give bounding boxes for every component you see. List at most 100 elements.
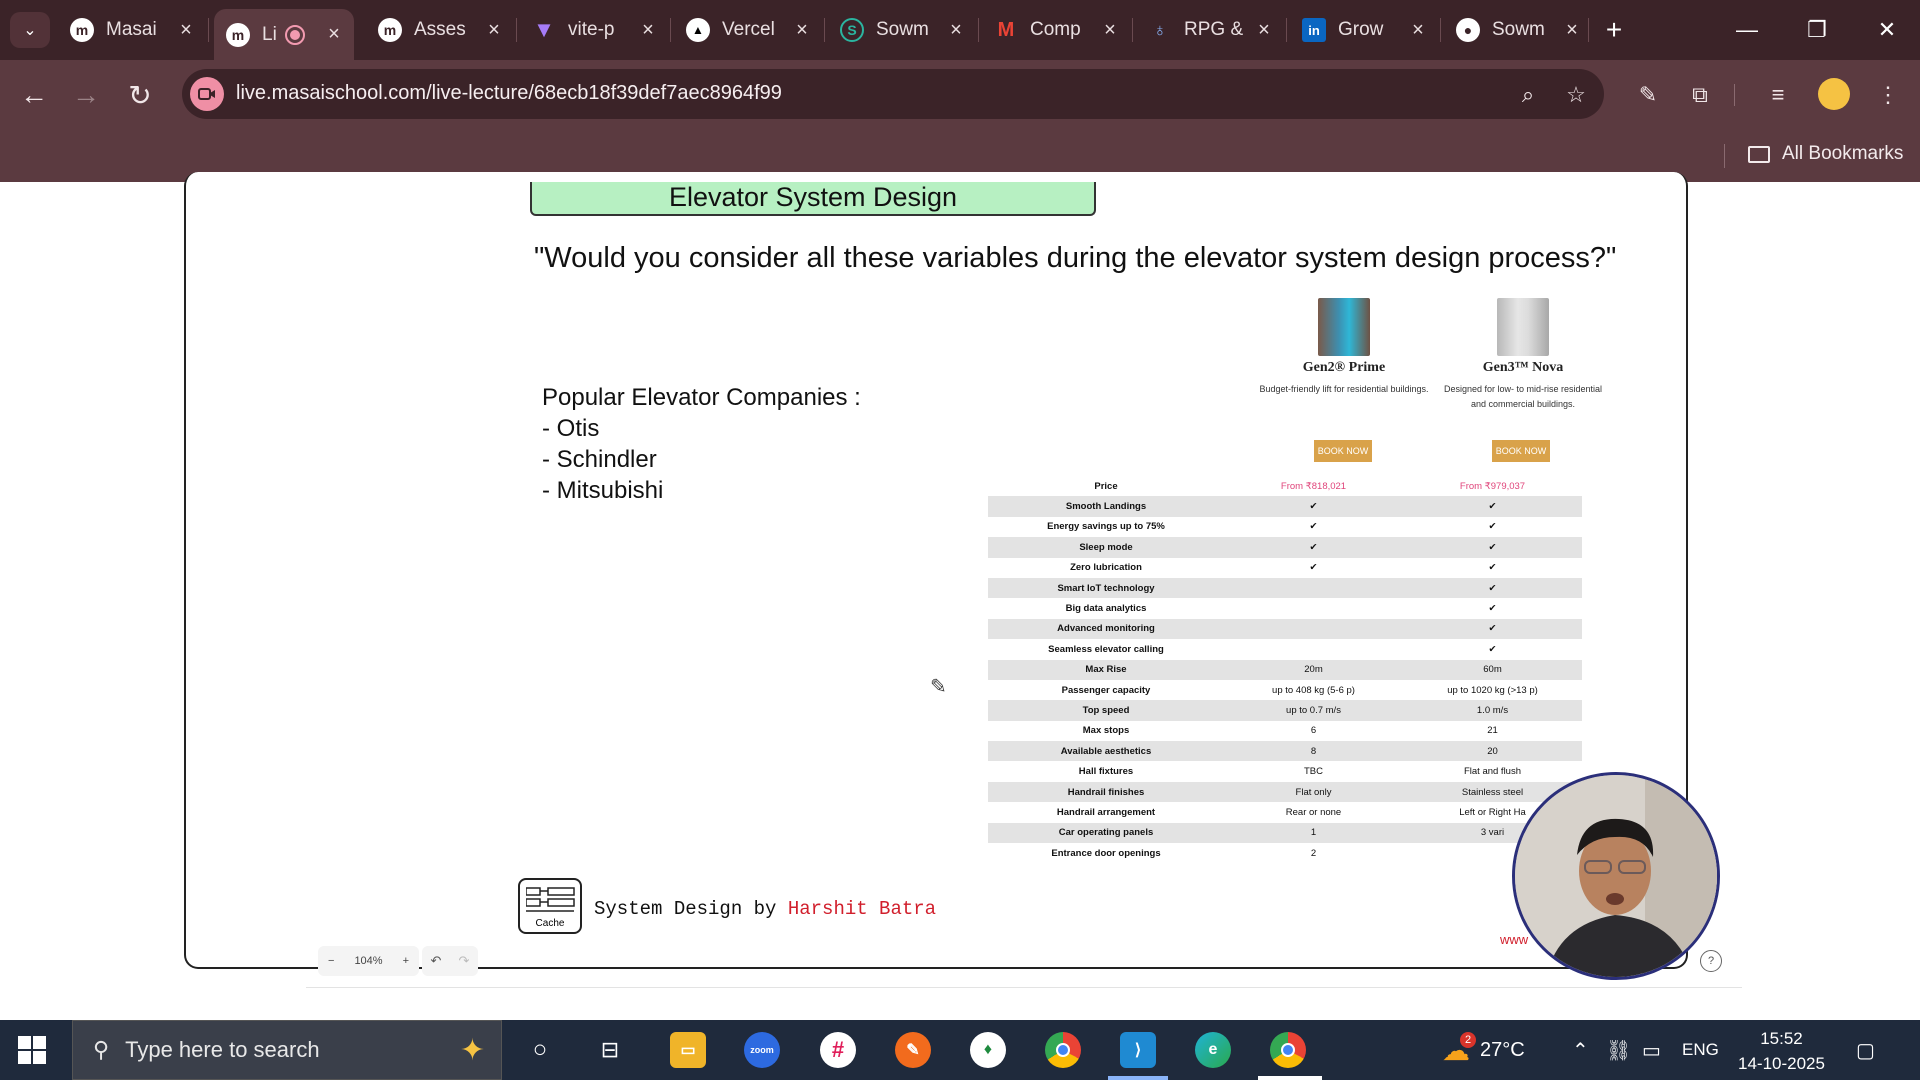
close-tab-icon[interactable]: × xyxy=(792,19,812,42)
spec-value: up to 408 kg (5-6 p) xyxy=(1272,684,1355,696)
close-tab-icon[interactable]: × xyxy=(946,19,966,42)
menu-icon[interactable]: ⋮ xyxy=(1872,79,1904,111)
spec-row: Sleep mode ✔ ✔ xyxy=(988,537,1582,558)
tab-masai[interactable]: m Masai × xyxy=(58,9,206,51)
extensions-icon[interactable]: ⧉ xyxy=(1684,79,1716,111)
battery-icon[interactable]: ▭ xyxy=(1642,1020,1661,1080)
show-hidden-icons[interactable]: ⌃ xyxy=(1572,1020,1589,1080)
zoom-app-icon[interactable]: zoom xyxy=(744,1032,780,1068)
clock-time: 15:52 xyxy=(1760,1029,1803,1048)
back-button[interactable]: ← xyxy=(16,77,52,113)
close-tab-icon[interactable]: × xyxy=(1100,19,1120,42)
tab-title: Masai xyxy=(106,19,157,40)
spec-value: ✔ xyxy=(1224,496,1403,517)
tab-vite[interactable]: ▼ vite-p × xyxy=(520,9,668,51)
forward-button[interactable]: → xyxy=(68,77,104,113)
tab-search-button[interactable]: ⌄ xyxy=(10,12,50,48)
tab-assessment[interactable]: m Asses × xyxy=(366,9,514,51)
tab-title: Comp xyxy=(1030,19,1081,40)
pen-icon[interactable]: ✎ xyxy=(1632,79,1664,111)
slide-question: "Would you consider all these variables … xyxy=(534,242,1617,274)
search-placeholder: Type here to search xyxy=(125,1037,320,1062)
cortana-icon[interactable]: ○ xyxy=(522,1032,558,1068)
masai-icon: m xyxy=(226,22,250,47)
close-tab-icon[interactable]: × xyxy=(1408,19,1428,42)
bookmark-star-icon[interactable]: ☆ xyxy=(1562,81,1590,109)
undo-button[interactable]: ↶ xyxy=(431,953,442,969)
close-tab-icon[interactable]: × xyxy=(176,19,196,42)
tab-linkedin[interactable]: in Grow × xyxy=(1290,9,1438,51)
windows-taskbar: ⚲ Type here to search ✦ ○ ⊟ ▭ zoom # ✎ ♦… xyxy=(0,1020,1920,1080)
edge-icon[interactable]: e xyxy=(1195,1032,1231,1068)
task-view-icon[interactable]: ⊟ xyxy=(592,1032,628,1068)
file-explorer-icon[interactable]: ▭ xyxy=(670,1032,706,1068)
spec-row: Big data analytics ✔ xyxy=(988,598,1582,618)
history-controls: ↶ ↷ xyxy=(422,946,478,976)
notification-icon[interactable]: ▢ xyxy=(1856,1020,1875,1080)
tab-title: Asses xyxy=(414,19,466,40)
mongodb-icon[interactable]: ♦ xyxy=(970,1032,1006,1068)
spec-label: Hall fixtures xyxy=(1078,766,1134,778)
network-icon[interactable]: ⛓ xyxy=(1606,1020,1631,1080)
chrome-profile-icon[interactable] xyxy=(1270,1032,1306,1068)
all-bookmarks-button[interactable]: All Bookmarks xyxy=(1748,143,1903,165)
book-now-button[interactable]: BOOK NOW xyxy=(1314,440,1372,462)
github-icon: ● xyxy=(1456,18,1480,42)
chevron-up-icon: ⌃ xyxy=(1572,1039,1589,1062)
windows-start-icon[interactable] xyxy=(18,1036,46,1064)
taskbar-search[interactable]: ⚲ Type here to search ✦ xyxy=(72,1020,502,1080)
restore-button[interactable]: ❐ xyxy=(1792,10,1842,50)
vite-icon: ▼ xyxy=(533,17,555,42)
clock[interactable]: 15:52 14-10-2025 xyxy=(1738,1026,1825,1076)
camera-icon[interactable] xyxy=(190,77,224,111)
spec-value: TBC xyxy=(1304,766,1323,778)
spec-value: ✔ xyxy=(1309,521,1318,533)
close-tab-icon[interactable]: × xyxy=(324,23,344,46)
tab-vercel[interactable]: ▲ Vercel × xyxy=(674,9,822,51)
close-tab-icon[interactable]: × xyxy=(1562,19,1582,42)
spec-value: From ₹818,021 xyxy=(1224,476,1403,497)
close-window-button[interactable]: ✕ xyxy=(1862,10,1912,50)
close-tab-icon[interactable]: × xyxy=(638,19,658,42)
spec-row: Smooth Landings ✔ ✔ xyxy=(988,496,1582,517)
tab-gmail[interactable]: M Comp × xyxy=(982,9,1130,51)
page-content: Elevator System Design "Would you consid… xyxy=(0,172,1920,1020)
weather-widget[interactable]: ☁ 2 27°C xyxy=(1442,1020,1525,1080)
new-tab-button[interactable]: + xyxy=(1598,14,1630,46)
product-desc: Designed for low- to mid-rise residentia… xyxy=(1443,384,1603,409)
pen-app-icon[interactable]: ✎ xyxy=(895,1032,931,1068)
avatar[interactable] xyxy=(1818,78,1850,110)
spec-label: Seamless elevator calling xyxy=(1048,643,1164,655)
language-indicator[interactable]: ENG xyxy=(1682,1020,1719,1080)
arrow-left-icon: ← xyxy=(20,79,48,110)
tab-live-lecture[interactable]: m Li × xyxy=(214,9,354,60)
slide-title: Elevator System Design xyxy=(530,182,1096,216)
spec-value: 20m xyxy=(1224,659,1403,680)
vscode-icon[interactable]: ⟩ xyxy=(1120,1032,1156,1068)
zoom-out-button[interactable]: − xyxy=(318,955,344,967)
zoom-in-button[interactable]: + xyxy=(393,955,419,967)
redo-button[interactable]: ↷ xyxy=(459,953,470,969)
close-tab-icon[interactable]: × xyxy=(1254,19,1274,42)
tab-rpg[interactable]: ♁ RPG & × xyxy=(1136,9,1284,51)
chrome-icon[interactable] xyxy=(1045,1032,1081,1068)
spec-label: Available aesthetics xyxy=(988,741,1224,762)
tab-github[interactable]: ● Sowm × xyxy=(1444,9,1592,51)
zoom-icon[interactable]: ⌕ xyxy=(1514,81,1542,109)
spec-label: Handrail finishes xyxy=(988,781,1224,803)
company-item: - Schindler xyxy=(542,446,657,473)
media-controls-icon[interactable]: ≡ xyxy=(1762,79,1794,111)
minimize-button[interactable]: — xyxy=(1722,10,1772,50)
folder-icon xyxy=(1748,145,1770,163)
spec-value: ✔ xyxy=(1488,643,1497,655)
url-text[interactable]: live.masaischool.com/live-lecture/68ecb1… xyxy=(236,82,782,105)
tab-sowm[interactable]: S Sowm × xyxy=(828,9,976,51)
address-bar[interactable]: live.masaischool.com/live-lecture/68ecb1… xyxy=(182,69,1604,119)
close-tab-icon[interactable]: × xyxy=(484,19,504,42)
reload-button[interactable]: ↻ xyxy=(122,77,158,113)
slack-icon[interactable]: # xyxy=(820,1032,856,1068)
companies-heading: Popular Elevator Companies : xyxy=(542,384,861,411)
book-now-button[interactable]: BOOK NOW xyxy=(1492,440,1550,462)
spec-value: 21 xyxy=(1487,725,1498,737)
help-button[interactable]: ? xyxy=(1700,950,1722,972)
